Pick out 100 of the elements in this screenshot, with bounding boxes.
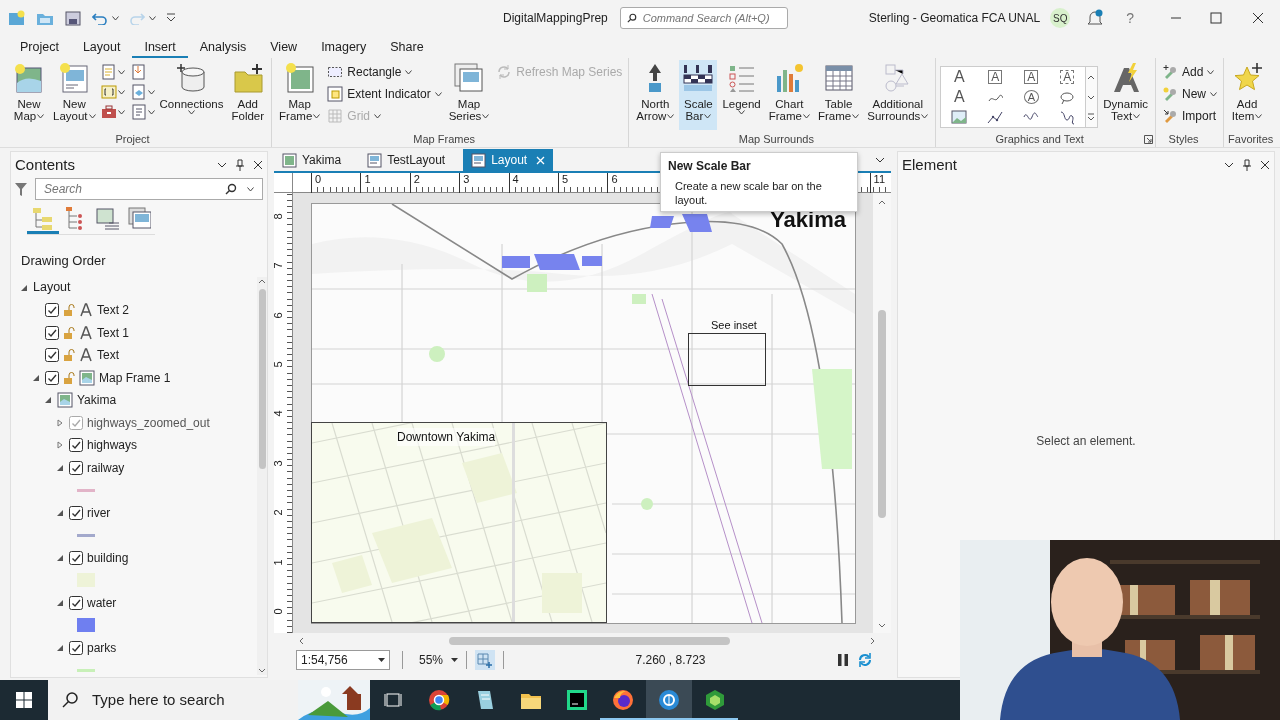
maximize-icon[interactable] — [1210, 12, 1222, 24]
text-symbol[interactable]: A — [1024, 70, 1039, 84]
scale-dropdown[interactable]: 1:54,756 — [296, 650, 390, 670]
ribbon-button[interactable]: New Map — [10, 60, 48, 130]
task-view-icon[interactable] — [384, 692, 402, 708]
ribbon-button[interactable]: Table Frame — [815, 60, 863, 130]
checkbox[interactable] — [69, 550, 83, 565]
ribbon-tab[interactable]: Share — [378, 38, 436, 58]
filter-icon[interactable] — [15, 182, 27, 196]
collapse-icon[interactable] — [56, 643, 64, 652]
ribbon-button[interactable]: Connections — [156, 60, 227, 130]
layer-name[interactable]: Map Frame 1 — [99, 368, 171, 387]
checkbox[interactable] — [45, 370, 59, 385]
freehand-icon[interactable] — [1059, 109, 1076, 125]
ribbon-button[interactable]: Rectangle — [325, 62, 444, 82]
help-button[interactable]: ? — [1126, 7, 1134, 29]
layer-name[interactable]: building — [87, 548, 129, 567]
taskbar-search-box[interactable]: Type here to search — [48, 680, 370, 720]
ribbon-icon-button[interactable] — [130, 104, 155, 120]
text-symbol[interactable]: A — [988, 70, 1003, 84]
layer-name[interactable]: Text — [97, 346, 119, 365]
checkbox[interactable] — [45, 303, 59, 318]
windows-icon[interactable] — [16, 692, 32, 708]
text-callout-icon[interactable] — [1059, 89, 1076, 105]
collapse-icon[interactable] — [20, 283, 28, 292]
search-field[interactable]: Search — [42, 179, 221, 199]
pin-icon[interactable] — [235, 159, 245, 171]
layer-name[interactable]: railway — [87, 458, 125, 477]
checkbox[interactable] — [69, 438, 83, 453]
zoom-dropdown[interactable]: 55% — [419, 651, 459, 669]
checkbox[interactable] — [69, 505, 83, 520]
ribbon-tab[interactable]: Imagery — [309, 38, 379, 58]
customize-icon[interactable] — [166, 13, 176, 23]
checkbox[interactable] — [69, 460, 83, 475]
layer-name[interactable]: water — [87, 593, 117, 612]
document-tab[interactable]: Layout — [463, 149, 554, 171]
layer-name[interactable]: highways_zoomed_out — [87, 413, 210, 432]
ribbon-button[interactable]: Legend — [719, 60, 764, 130]
command-search-field[interactable]: Command Search (Alt+Q) — [619, 7, 788, 29]
undo-icon[interactable] — [92, 11, 108, 25]
collapse-icon[interactable] — [44, 396, 52, 405]
ribbon-icon-button[interactable] — [100, 104, 125, 120]
ribbon-icon-button[interactable] — [100, 84, 125, 100]
layer-name[interactable]: Layout — [33, 278, 71, 298]
refresh-icon[interactable] — [857, 652, 873, 668]
ribbon-button[interactable]: Map Frame — [276, 60, 324, 130]
layer-name[interactable]: parks — [87, 638, 117, 657]
ribbon-button[interactable]: Add Folder — [228, 60, 268, 130]
close-icon[interactable] — [1252, 12, 1264, 24]
ribbon-button[interactable]: Import — [1160, 106, 1220, 126]
document-tab[interactable]: TestLayout — [359, 149, 454, 171]
text-symbol[interactable]: A — [951, 69, 967, 85]
checkbox[interactable] — [45, 325, 59, 340]
scroll-down-icon[interactable] — [258, 666, 266, 675]
collapse-icon[interactable] — [56, 463, 64, 472]
search-box[interactable]: Search — [35, 178, 263, 200]
document-tab[interactable]: Yakima — [274, 149, 350, 171]
expand-icon[interactable] — [56, 441, 64, 450]
layer-name[interactable]: Yakima — [77, 391, 117, 410]
user-avatar[interactable]: SQ — [1050, 8, 1071, 28]
polyline-icon[interactable] — [987, 109, 1004, 125]
text-symbol[interactable]: A — [951, 89, 967, 105]
ribbon-button[interactable]: Add Item — [1228, 60, 1267, 130]
collapse-icon[interactable] — [56, 598, 64, 607]
ribbon-button[interactable]: Map Series — [445, 60, 493, 130]
layer-name[interactable]: river — [87, 503, 111, 522]
text-symbol[interactable]: A — [1060, 70, 1075, 84]
close-icon[interactable] — [253, 160, 263, 170]
checkbox[interactable] — [45, 348, 59, 363]
scrollbar-thumb[interactable] — [878, 310, 886, 518]
ribbon-button[interactable]: Dynamic Text — [1100, 60, 1152, 130]
layer-name[interactable]: highways — [87, 436, 138, 455]
taskbar-app[interactable] — [646, 680, 692, 720]
scrollbar-thumb[interactable] — [258, 288, 266, 469]
checkbox[interactable] — [69, 640, 83, 655]
expand-icon[interactable] — [56, 418, 64, 427]
ribbon-button[interactable]: Additional Surrounds — [864, 60, 932, 130]
ribbon-tab[interactable]: View — [258, 38, 310, 58]
ribbon-button[interactable]: New Layout — [50, 60, 99, 130]
ribbon-tab[interactable]: Insert — [132, 38, 188, 58]
image-icon[interactable] — [951, 109, 968, 125]
save-icon[interactable] — [64, 10, 82, 26]
dropdown-icon[interactable] — [217, 161, 227, 169]
collapse-icon[interactable] — [56, 508, 64, 517]
ribbon-tab[interactable]: Analysis — [187, 38, 259, 58]
taskbar-search-field[interactable]: Type here to search — [90, 687, 270, 713]
collapse-icon[interactable] — [32, 373, 40, 382]
ribbon-icon-button[interactable] — [100, 64, 125, 80]
ribbon-button[interactable]: Extent Indicator — [325, 84, 444, 104]
snapping-button[interactable] — [475, 650, 496, 670]
dropdown-icon[interactable] — [1224, 161, 1234, 169]
ribbon-tab[interactable]: Layout — [70, 38, 133, 58]
checkbox[interactable] — [69, 415, 83, 430]
ribbon-button[interactable]: Chart Frame — [765, 60, 813, 130]
close-icon[interactable] — [1260, 160, 1270, 170]
ribbon-icon-button[interactable] — [130, 84, 155, 100]
checkbox[interactable] — [69, 595, 83, 610]
notification-icon[interactable] — [1086, 9, 1105, 27]
pause-icon[interactable] — [837, 653, 849, 667]
ribbon-button[interactable]: Add — [1160, 62, 1220, 82]
